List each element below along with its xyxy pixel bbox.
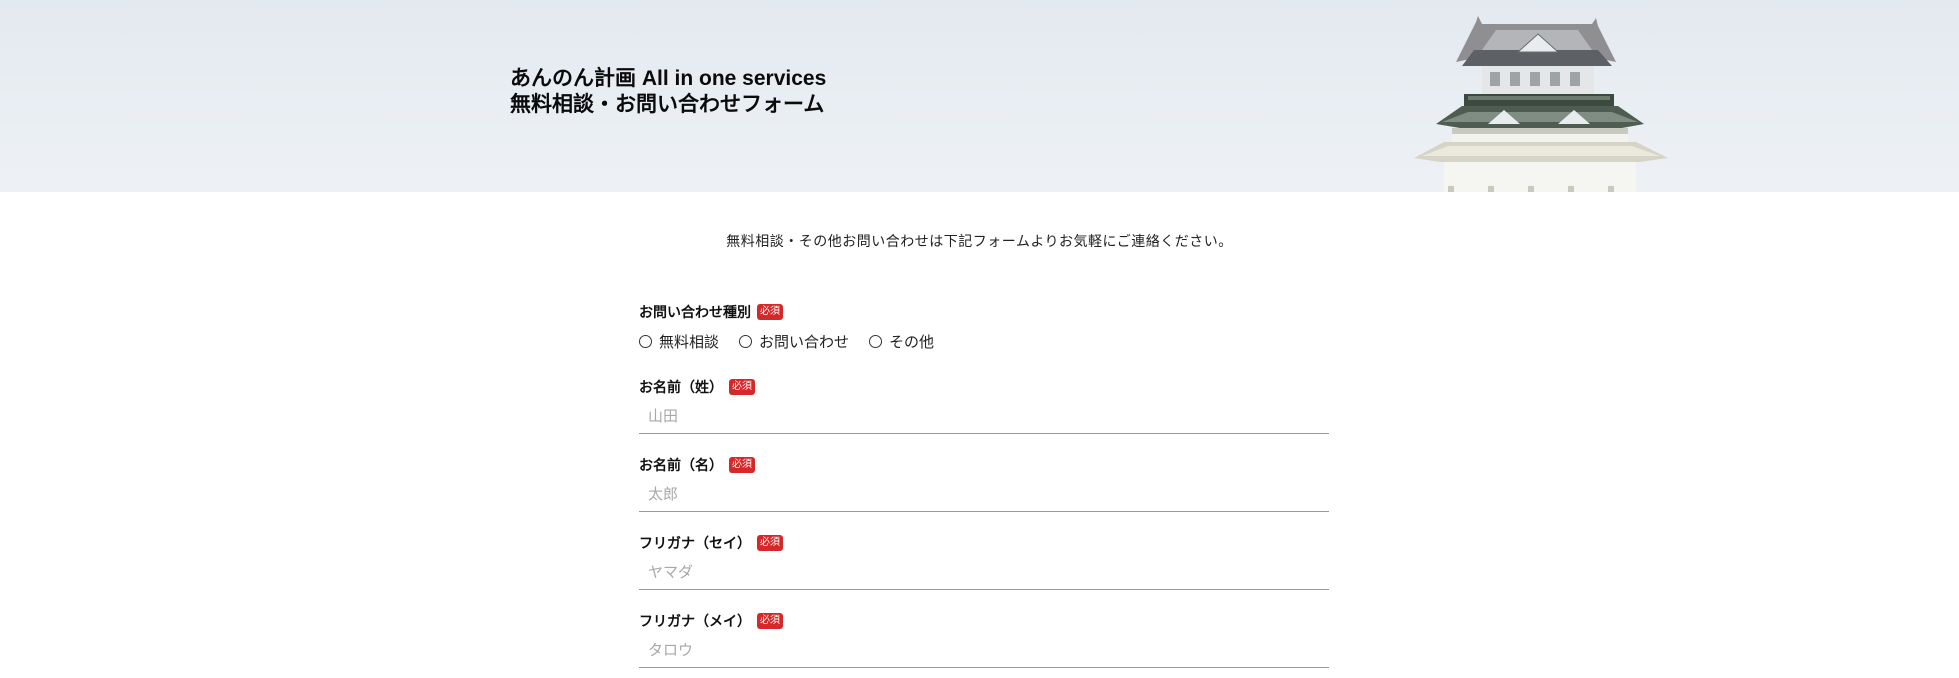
page-title: あんのん計画 All in one services 無料相談・お問い合わせフォ… bbox=[510, 66, 826, 118]
first-name-kana-group: フリガナ（メイ） 必須 bbox=[639, 611, 1329, 668]
radio-option-inquiry[interactable]: お問い合わせ bbox=[739, 331, 849, 352]
first-name-label: お名前（名） 必須 bbox=[639, 455, 1320, 475]
required-badge: 必須 bbox=[757, 535, 783, 551]
first-name-input[interactable] bbox=[639, 481, 1329, 512]
intro-text: 無料相談・その他お問い合わせは下記フォームよりお気軽にご連絡ください。 bbox=[726, 234, 1233, 250]
radio-button[interactable] bbox=[869, 334, 883, 348]
radio-label: その他 bbox=[889, 332, 935, 351]
last-name-kana-label: フリガナ（セイ） 必須 bbox=[639, 533, 1320, 553]
radio-button[interactable] bbox=[639, 334, 652, 348]
last-name-kana-label-text: フリガナ（セイ） bbox=[639, 536, 751, 552]
last-name-input[interactable] bbox=[639, 403, 1329, 434]
inquiry-type-options: 無料相談 お問い合わせ その他 bbox=[639, 330, 1320, 352]
last-name-group: お名前（姓） 必須 bbox=[639, 377, 1329, 434]
first-name-group: お名前（名） 必須 bbox=[639, 455, 1329, 512]
inquiry-type-label: お問い合わせ種別 必須 bbox=[639, 302, 1320, 322]
page-title-line2: 無料相談・お問い合わせフォーム bbox=[510, 93, 825, 116]
inquiry-type-group: お問い合わせ種別 必須 無料相談 お問い合わせ その他 bbox=[639, 302, 1320, 352]
last-name-label-text: お名前（姓） bbox=[639, 380, 723, 396]
required-badge: 必須 bbox=[757, 304, 783, 320]
first-name-kana-input[interactable] bbox=[639, 637, 1329, 668]
last-name-kana-input[interactable] bbox=[639, 559, 1329, 590]
radio-option-other[interactable]: その他 bbox=[869, 331, 934, 352]
first-name-kana-label-text: フリガナ（メイ） bbox=[639, 614, 751, 630]
required-badge: 必須 bbox=[729, 379, 755, 395]
required-badge: 必須 bbox=[729, 457, 755, 473]
radio-label: お問い合わせ bbox=[759, 332, 850, 351]
radio-option-free-consultation[interactable]: 無料相談 bbox=[639, 331, 719, 352]
radio-button[interactable] bbox=[739, 334, 753, 348]
inquiry-type-label-text: お問い合わせ種別 bbox=[639, 305, 751, 321]
required-badge: 必須 bbox=[757, 613, 783, 629]
last-name-kana-group: フリガナ（セイ） 必須 bbox=[639, 533, 1329, 590]
hero-banner: あんのん計画 All in one services 無料相談・お問い合わせフォ… bbox=[0, 0, 1959, 192]
last-name-label: お名前（姓） 必須 bbox=[639, 377, 1320, 397]
page-title-line1: あんのん計画 All in one services bbox=[510, 67, 827, 90]
castle-image bbox=[1414, 16, 1668, 192]
first-name-kana-label: フリガナ（メイ） 必須 bbox=[639, 611, 1320, 631]
radio-label: 無料相談 bbox=[659, 332, 720, 351]
first-name-label-text: お名前（名） bbox=[639, 458, 723, 474]
